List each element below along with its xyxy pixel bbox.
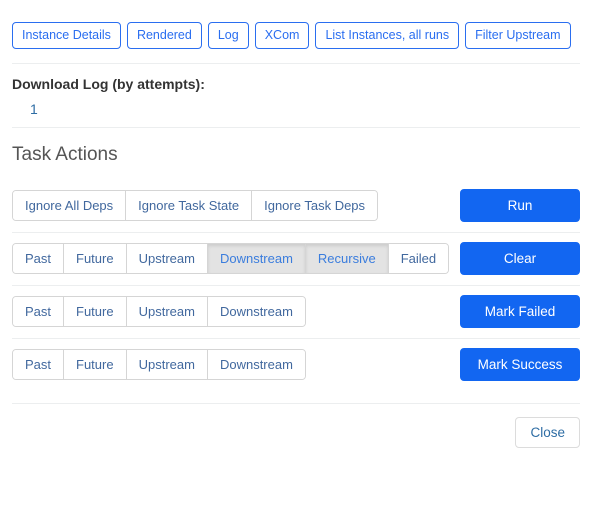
task-instance-modal-body: Instance Details Rendered Log XCom List Inst… (0, 0, 592, 448)
task-action-row-run: Ignore All Deps Ignore Task State Ignore T… (0, 180, 592, 232)
nav-filter-upstream[interactable]: Filter Upstream (465, 22, 571, 49)
download-log-section: Download Log (by attempts): 1 (0, 64, 592, 127)
nav-instance-details[interactable]: Instance Details (12, 22, 121, 49)
task-actions-heading: Task Actions (12, 144, 118, 165)
nav-rendered[interactable]: Rendered (126, 22, 202, 49)
download-log-title: Download Log (by attempts): (12, 76, 205, 92)
nav-xcom[interactable]: XCom (254, 22, 310, 49)
toggle-group-clear: Past Future Upstream Downstream Recursive Fai… (12, 243, 450, 274)
mark-failed-button[interactable]: Mark Failed (460, 295, 580, 328)
toggle-group-mark-failed: Past Future Upstream Downstream (12, 296, 306, 327)
toggle-run-ignore-all-deps[interactable]: Ignore All Deps (13, 191, 127, 220)
download-log-attempt-list: 1 (12, 101, 580, 117)
toggle-mark-failed-future[interactable]: Future (64, 297, 127, 326)
download-log-attempt-link[interactable]: 1 (30, 101, 38, 117)
clear-button[interactable]: Clear (460, 242, 580, 275)
toggle-run-ignore-task-state[interactable]: Ignore Task State (126, 191, 253, 220)
modal-footer: Close (0, 404, 592, 448)
toggle-clear-upstream[interactable]: Upstream (126, 244, 208, 273)
task-actions-rows: Ignore All Deps Ignore Task State Ignore T… (0, 180, 592, 404)
toggle-run-ignore-task-deps[interactable]: Ignore Task Deps (252, 191, 378, 220)
toggle-group-run: Ignore All Deps Ignore Task State Ignore T… (12, 190, 379, 221)
toggle-clear-future[interactable]: Future (64, 244, 127, 273)
toggle-clear-downstream[interactable]: Downstream (207, 244, 306, 273)
nav-log[interactable]: Log (207, 22, 249, 49)
task-action-row-mark-failed: Past Future Upstream Downstream Mark Failed (0, 286, 592, 338)
toggle-mark-success-past[interactable]: Past (13, 350, 65, 379)
mark-success-button[interactable]: Mark Success (460, 348, 580, 381)
task-action-row-mark-success: Past Future Upstream Downstream Mark Success (0, 339, 592, 391)
nav-button-row: Instance Details Rendered Log XCom List Inst… (0, 0, 592, 63)
toggle-mark-success-future[interactable]: Future (64, 350, 127, 379)
toggle-clear-recursive[interactable]: Recursive (305, 244, 389, 273)
run-button[interactable]: Run (460, 189, 580, 222)
toggle-clear-past[interactable]: Past (13, 244, 65, 273)
toggle-mark-success-upstream[interactable]: Upstream (126, 350, 208, 379)
close-button[interactable]: Close (515, 417, 580, 448)
toggle-group-mark-success: Past Future Upstream Downstream (12, 349, 306, 380)
toggle-mark-failed-upstream[interactable]: Upstream (126, 297, 208, 326)
toggle-mark-failed-downstream[interactable]: Downstream (207, 297, 305, 326)
download-log-attempt-item: 1 (30, 101, 580, 117)
nav-list-instances[interactable]: List Instances, all runs (315, 22, 460, 49)
toggle-mark-success-downstream[interactable]: Downstream (207, 350, 305, 379)
task-action-row-clear: Past Future Upstream Downstream Recursive Fai… (0, 233, 592, 285)
toggle-mark-failed-past[interactable]: Past (13, 297, 65, 326)
toggle-clear-failed[interactable]: Failed (388, 244, 449, 273)
